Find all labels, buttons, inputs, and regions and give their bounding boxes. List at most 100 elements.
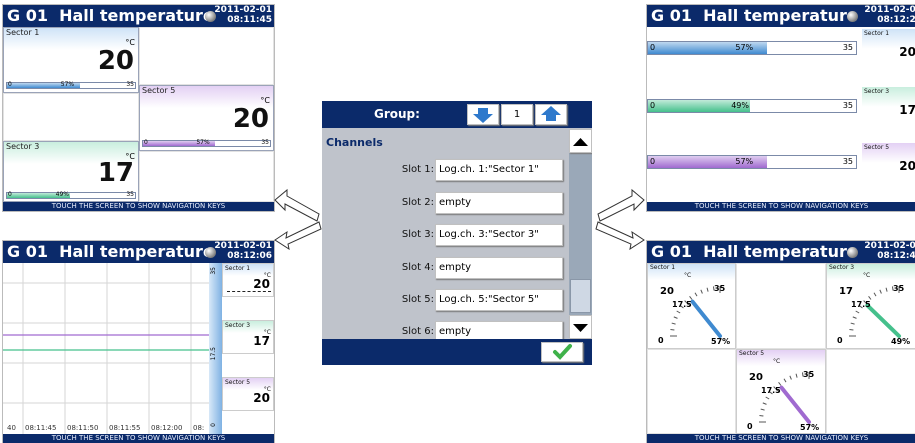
gauge-max: 35	[803, 370, 814, 379]
gauge-tick	[670, 329, 674, 330]
gauge-needle	[692, 302, 720, 336]
title-bar: G 01 Hall temperature 2011-02-0108:12:44	[647, 241, 915, 263]
group-next-button[interactable]	[535, 104, 567, 125]
gauge-tick	[695, 293, 697, 296]
gauge-min: 0	[747, 422, 753, 431]
gauge-sector-5[interactable]: Sector 5 °C 20 17.5 35 0 57%	[736, 349, 826, 434]
title-bar: G 01 Hall temperature 2011-02-0108:12:06	[3, 241, 274, 263]
scroll-down-button[interactable]	[569, 315, 592, 339]
gauge-tick	[759, 415, 763, 416]
group-name: Hall temperature	[59, 6, 214, 25]
group-name: Hall temperature	[59, 242, 214, 261]
bar-label: Sector 3	[864, 88, 889, 95]
slot-2-select[interactable]: empty	[435, 192, 563, 214]
arrow-down-icon	[468, 105, 498, 124]
bar-max: 35	[843, 43, 853, 52]
tile-sector-5[interactable]: Sector 5 °C 20 0 57% 35	[139, 85, 274, 151]
screen-gauges: G 01 Hall temperature 2011-02-0108:12:44…	[646, 240, 915, 443]
bar-max: 35	[126, 81, 134, 88]
tile-label: Sector 5	[142, 86, 175, 95]
gauge-max: 35	[714, 284, 725, 293]
bar-row-sector-5[interactable]: 0 57% 35 Sector 5 °C 20	[647, 141, 915, 181]
screen-bars: G 01 Hall temperature 2011-02-0108:12:26…	[646, 4, 915, 212]
time-label: 08:12:06	[214, 252, 272, 261]
slot-1-select[interactable]: Log.ch. 1:"Sector 1"	[435, 159, 563, 181]
slot-3-select[interactable]: Log.ch. 3:"Sector 3"	[435, 224, 563, 246]
gauge-tick	[796, 374, 797, 378]
group-id: G 01	[7, 6, 48, 25]
slot-5-select[interactable]: Log.ch. 5:"Sector 5"	[435, 289, 563, 311]
slot-4-select[interactable]: empty	[435, 257, 563, 279]
gauge-pct: 49%	[891, 337, 910, 346]
gauge-value: 17	[839, 286, 853, 297]
date-label: 2011-02-01	[864, 6, 915, 15]
gauge-min: 0	[658, 336, 664, 345]
gauge-pct: 57%	[711, 337, 730, 346]
screen-tiles: G 01 Hall temperature 2011-02-0108:11:45…	[2, 4, 275, 212]
group-number-field[interactable]: 1	[501, 104, 533, 125]
bar-pct: 57%	[61, 81, 74, 88]
bar-row-sector-3[interactable]: 0 49% 35 Sector 3 °C 17	[647, 85, 915, 125]
bar-pct: 57%	[735, 43, 753, 52]
gauge-needle	[867, 305, 899, 336]
tile-label: Sector 1	[6, 28, 39, 37]
bar-min: 0	[650, 157, 655, 166]
scrollbar[interactable]	[569, 129, 592, 339]
footer-hint[interactable]: TOUCH THE SCREEN TO SHOW NAVIGATION KEYS	[647, 202, 915, 211]
scrollbar-thumb[interactable]	[570, 279, 591, 313]
bar-value: 17	[899, 103, 915, 117]
gauge-empty	[647, 349, 736, 434]
arrow-up-icon	[536, 105, 566, 124]
scroll-up-button[interactable]	[569, 129, 592, 153]
legend-value: 20	[253, 277, 270, 291]
group-number: 1	[514, 109, 520, 120]
gauge-mid: 17.5	[672, 300, 692, 309]
group-header: Group: 1	[322, 101, 592, 128]
gauge-tick	[677, 311, 680, 313]
group-id: G 01	[651, 6, 692, 25]
slot-value: Log.ch. 3:"Sector 3"	[439, 229, 539, 240]
trend-chart[interactable]	[3, 263, 209, 435]
tile-sector-3[interactable]: Sector 3 °C 17 0 49% 35	[3, 141, 139, 202]
bar-min: 0	[650, 101, 655, 110]
bar-min: 0	[8, 81, 12, 88]
legend-value: 20	[253, 391, 270, 405]
slot-value: empty	[439, 197, 471, 208]
legend-sector-5[interactable]: Sector 5 °C 20	[222, 377, 274, 411]
tile-sector-1[interactable]: Sector 1 °C 20 0 57% 35	[3, 27, 139, 93]
confirm-button[interactable]	[541, 342, 583, 362]
gauge-tick	[766, 397, 769, 399]
gauge-sector-3[interactable]: Sector 3 °C 17 17.5 35 0 49%	[826, 263, 915, 349]
gauge-tick	[851, 323, 855, 324]
gauge-tick	[880, 290, 882, 294]
tile-value: 17	[98, 158, 134, 188]
checkmark-icon	[542, 343, 582, 361]
legend-sector-3[interactable]: Sector 3 °C 17	[222, 320, 274, 354]
level-bar: 0 57% 35	[142, 140, 271, 147]
screen-trend: G 01 Hall temperature 2011-02-0108:12:06…	[2, 240, 275, 443]
gauge-tick	[763, 403, 767, 405]
level-bar: 0 49% 35	[647, 99, 857, 113]
slot-value: Log.ch. 5:"Sector 5"	[439, 294, 539, 305]
bar-value: 20	[899, 159, 915, 173]
status-led-icon	[847, 247, 858, 258]
scale-max: 35	[210, 267, 217, 275]
group-prev-button[interactable]	[467, 104, 499, 125]
group-name: Hall temperature	[703, 6, 858, 25]
arrow-right-down-icon	[596, 222, 644, 249]
section-title: Channels	[326, 136, 383, 149]
bar-min: 0	[144, 139, 148, 146]
scale-min: 0	[210, 423, 217, 427]
title-bar: G 01 Hall temperature 2011-02-0108:12:26	[647, 5, 915, 27]
tile-value: 20	[233, 104, 269, 134]
group-id: G 01	[651, 242, 692, 261]
footer-hint[interactable]: TOUCH THE SCREEN TO SHOW NAVIGATION KEYS	[3, 202, 274, 211]
bar-pct: 49%	[731, 101, 749, 110]
legend-sector-1[interactable]: Sector 1 °C 20	[222, 263, 274, 297]
legend-value: 17	[253, 334, 270, 348]
tile-value: 20	[98, 46, 134, 76]
bar-row-sector-1[interactable]: 0 57% 35 Sector 1 °C 20	[647, 27, 915, 67]
gauge-sector-1[interactable]: Sector 1 °C 20 17.5 35 0 57%	[647, 263, 736, 349]
gauge-empty	[736, 263, 826, 349]
time-label: 08:12:44	[864, 252, 915, 261]
